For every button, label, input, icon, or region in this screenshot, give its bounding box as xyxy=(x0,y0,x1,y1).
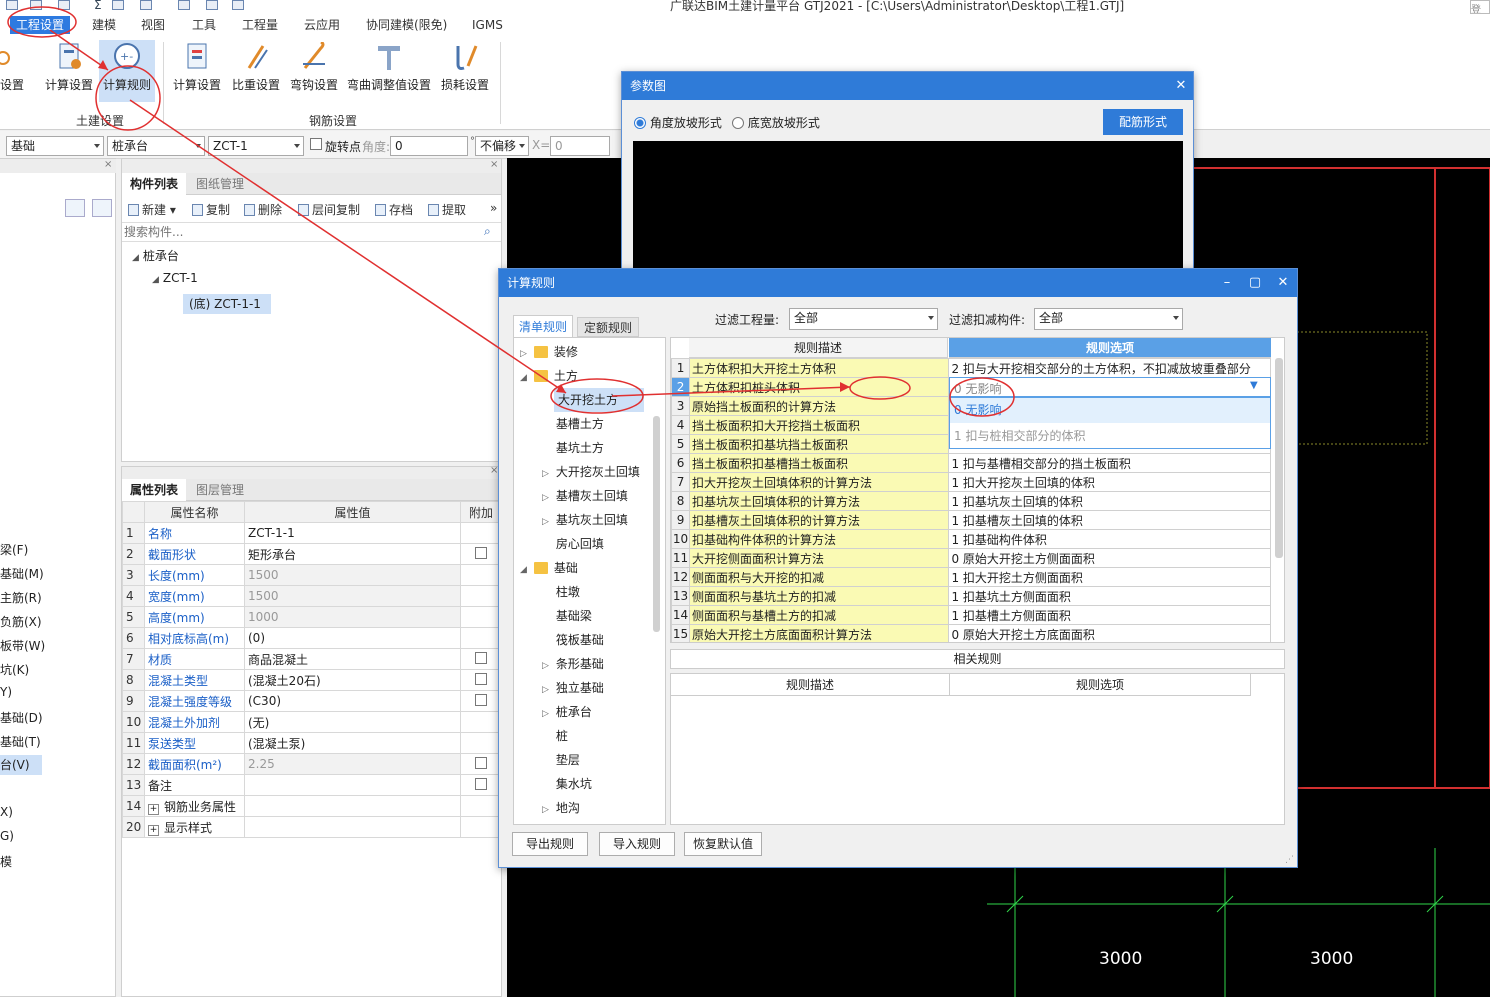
annotation-overlay xyxy=(7,6,1015,417)
